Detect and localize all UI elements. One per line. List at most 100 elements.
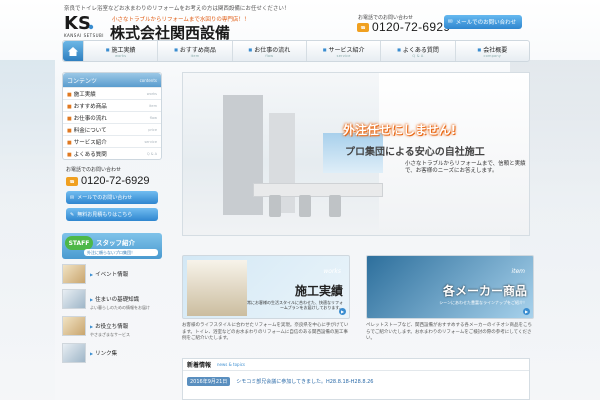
- news-title: 新着情報: [187, 362, 212, 369]
- sidebar-phone-label: お電話でのお問い合わせ: [66, 167, 122, 173]
- nav-item-label: よくある質問: [397, 45, 439, 54]
- mail-icon: ✉: [70, 194, 75, 201]
- nav-item-qa[interactable]: よくある質問 Q & A: [380, 41, 454, 61]
- banner-title: 各メーカー商品: [442, 284, 527, 298]
- items-banner[interactable]: item 各メーカー商品 シーンにあわせた豊富なラインナップをご紹介！ ▶: [366, 255, 534, 319]
- news-title-en: news & topics: [217, 362, 245, 367]
- stool-image: [269, 195, 281, 217]
- logo-icon[interactable]: KS: [64, 12, 94, 32]
- background-photo-left: [0, 60, 55, 400]
- news-section: 新着情報 news & topics 2016年9月21日 シモコミ部兄会議に参…: [182, 358, 530, 400]
- hero-subheadline: プロ集団による安心の自社施工: [345, 147, 485, 158]
- banner-en: item: [511, 268, 525, 275]
- header-mail-button[interactable]: ✉ メールでのお問い合わせ: [444, 15, 522, 29]
- sidebar-estimate-button[interactable]: ✎ 無料お見積もりはこちら: [66, 208, 158, 221]
- sidebar-mail-label: メールでのお問い合わせ: [77, 195, 133, 201]
- free-dial-icon: ☎: [66, 176, 78, 186]
- works-description: お客様のライフスタイルに合わせたリフォームを実現。奈良県を中心に手がけています。…: [182, 323, 349, 342]
- sidebar-item-price[interactable]: ■ 料金について price: [63, 123, 161, 135]
- sidebar: コンテンツ contents ■ 施工実績 works ■ おすすめ商品 item …: [62, 72, 162, 363]
- works-photo: [187, 260, 247, 316]
- free-dial-icon: ☎: [357, 22, 369, 32]
- nav-item-company[interactable]: 会社概要 company: [454, 41, 529, 61]
- sidebar-card-label: リンク集: [90, 349, 117, 357]
- estimate-icon: ✎: [70, 211, 75, 218]
- news-date: 2016年9月21日: [187, 377, 231, 386]
- bullet-icon: ■: [67, 151, 72, 158]
- global-nav: 施工実績 works おすすめ商品 item お仕事の流れ flow サービス紹…: [62, 40, 530, 62]
- svg-text:KS: KS: [64, 13, 91, 32]
- logo-subtitle: KANSAI SETSUBI: [64, 33, 104, 38]
- header-mail-label: メールでのお問い合わせ: [455, 20, 517, 26]
- nav-item-label: お仕事の流れ: [248, 45, 290, 54]
- nav-home-button[interactable]: [63, 41, 83, 61]
- sidebar-card-basics[interactable]: 住まいの基礎知識 よい暮らしのための情報をお届け: [62, 289, 162, 311]
- sidebar-item-label: 料金について: [73, 127, 107, 134]
- sidebar-item-item[interactable]: ■ おすすめ商品 item: [63, 99, 161, 111]
- nav-item-label: サービス紹介: [323, 45, 365, 54]
- sidebar-card-note: やさまざまなサービス: [90, 332, 130, 337]
- sidebar-card-label: 住まいの基礎知識: [90, 295, 150, 303]
- banner-en: works: [323, 268, 341, 275]
- header-phone-number: 0120-72-6929: [372, 20, 451, 34]
- home-icon: [68, 46, 78, 56]
- sidebar-item-sub: price: [148, 127, 157, 132]
- stool-image: [329, 195, 341, 217]
- news-header: 新着情報 news & topics: [183, 359, 529, 371]
- sidebar-card-note: よい暮らしのための情報をお届け: [90, 305, 150, 310]
- sidebar-item-label: お仕事の流れ: [73, 115, 107, 122]
- staff-badge: STAFF: [65, 236, 93, 250]
- sidebar-item-label: よくある質問: [73, 151, 107, 158]
- sidebar-item-sub: flow: [149, 115, 157, 120]
- nav-item-label: 会社概要: [477, 45, 507, 54]
- banner-sub: シーンにあわせた豊富なラインナップをご紹介！: [439, 300, 527, 305]
- nav-item-label: おすすめ商品: [174, 45, 216, 54]
- works-banner[interactable]: works 施工実績 常にお客様の生活スタイルに合わせた、快適なリフォームプラン…: [182, 255, 350, 319]
- staff-subtitle: 外注に頼らないプロ集団！: [84, 249, 158, 256]
- nav-item-sub: service: [336, 53, 351, 58]
- sidebar-card-tips[interactable]: お役立ち情報 やさまざまなサービス: [62, 316, 162, 338]
- sidebar-title-en: contents: [139, 77, 157, 83]
- arrow-right-icon: ▶: [523, 308, 530, 315]
- bullet-icon: ■: [67, 139, 72, 146]
- nav-item-item[interactable]: おすすめ商品 item: [157, 41, 231, 61]
- sidebar-item-sub: service: [144, 139, 157, 144]
- banner-sub: 常にお客様の生活スタイルに合わせた、快適なリフォームプランをお届けしております。: [247, 300, 343, 311]
- sidebar-phone[interactable]: ☎ 0120-72-6929: [62, 175, 162, 187]
- news-text: シモコミ部兄会議に参加してきました。H28.8.18-H28.8.26: [236, 379, 374, 385]
- sidebar-estimate-label: 無料お見積もりはこちら: [77, 212, 133, 218]
- sidebar-item-flow[interactable]: ■ お仕事の流れ flow: [63, 111, 161, 123]
- sidebar-card-label: お役立ち情報: [90, 322, 130, 330]
- items-description: ペレットストーブなど、関西設備がおすすめする各メーカーのイチオシ商品をこちらでご…: [366, 323, 533, 342]
- event-thumbnail: [62, 264, 86, 284]
- links-thumbnail: [62, 343, 86, 363]
- nav-item-service[interactable]: サービス紹介 service: [305, 41, 380, 61]
- sidebar-card-event[interactable]: イベント情報: [62, 264, 162, 284]
- hero-body: 小さなトラブルからリフォームまで、信頼と実績で、お客様のニーズにお答えします。: [405, 161, 526, 175]
- staff-title: スタッフ紹介: [96, 239, 135, 247]
- mail-icon: ✉: [448, 19, 453, 25]
- sidebar-item-sub: works: [146, 91, 157, 96]
- nav-item-works[interactable]: 施工実績 works: [83, 41, 157, 61]
- staff-banner[interactable]: STAFF スタッフ紹介 外注に頼らないプロ集団！: [62, 233, 162, 259]
- sidebar-header: コンテンツ contents: [63, 73, 161, 87]
- sidebar-item-qa[interactable]: ■ よくある質問 Q & A: [63, 147, 161, 159]
- sidebar-item-sub: Q & A: [146, 151, 157, 156]
- sidebar-item-service[interactable]: ■ サービス紹介 service: [63, 135, 161, 147]
- sidebar-item-label: おすすめ商品: [73, 103, 107, 110]
- sidebar-item-sub: item: [149, 103, 157, 108]
- header-phone[interactable]: ☎ 0120-72-6929: [357, 20, 450, 34]
- banner-title: 施工実績: [294, 284, 343, 298]
- nav-item-flow[interactable]: お仕事の流れ flow: [231, 41, 306, 61]
- sidebar-item-label: サービス紹介: [73, 139, 107, 146]
- sidebar-item-works[interactable]: ■ 施工実績 works: [63, 87, 161, 99]
- sidebar-mail-button[interactable]: ✉ メールでのお問い合わせ: [66, 191, 158, 204]
- arrow-right-icon: ▶: [339, 308, 346, 315]
- sidebar-card-links[interactable]: リンク集: [62, 343, 162, 363]
- bullet-icon: ■: [67, 127, 72, 134]
- sidebar-contents-box: コンテンツ contents ■ 施工実績 works ■ おすすめ商品 item …: [62, 72, 162, 160]
- news-item[interactable]: 2016年9月21日 シモコミ部兄会議に参加してきました。H28.8.18-H2…: [183, 371, 529, 392]
- sidebar-card-label: イベント情報: [90, 270, 128, 278]
- hero-banner: 外注任せにしません! プロ集団による安心の自社施工 小さなトラブルからリフォーム…: [182, 72, 530, 236]
- nav-item-sub: company: [483, 53, 502, 58]
